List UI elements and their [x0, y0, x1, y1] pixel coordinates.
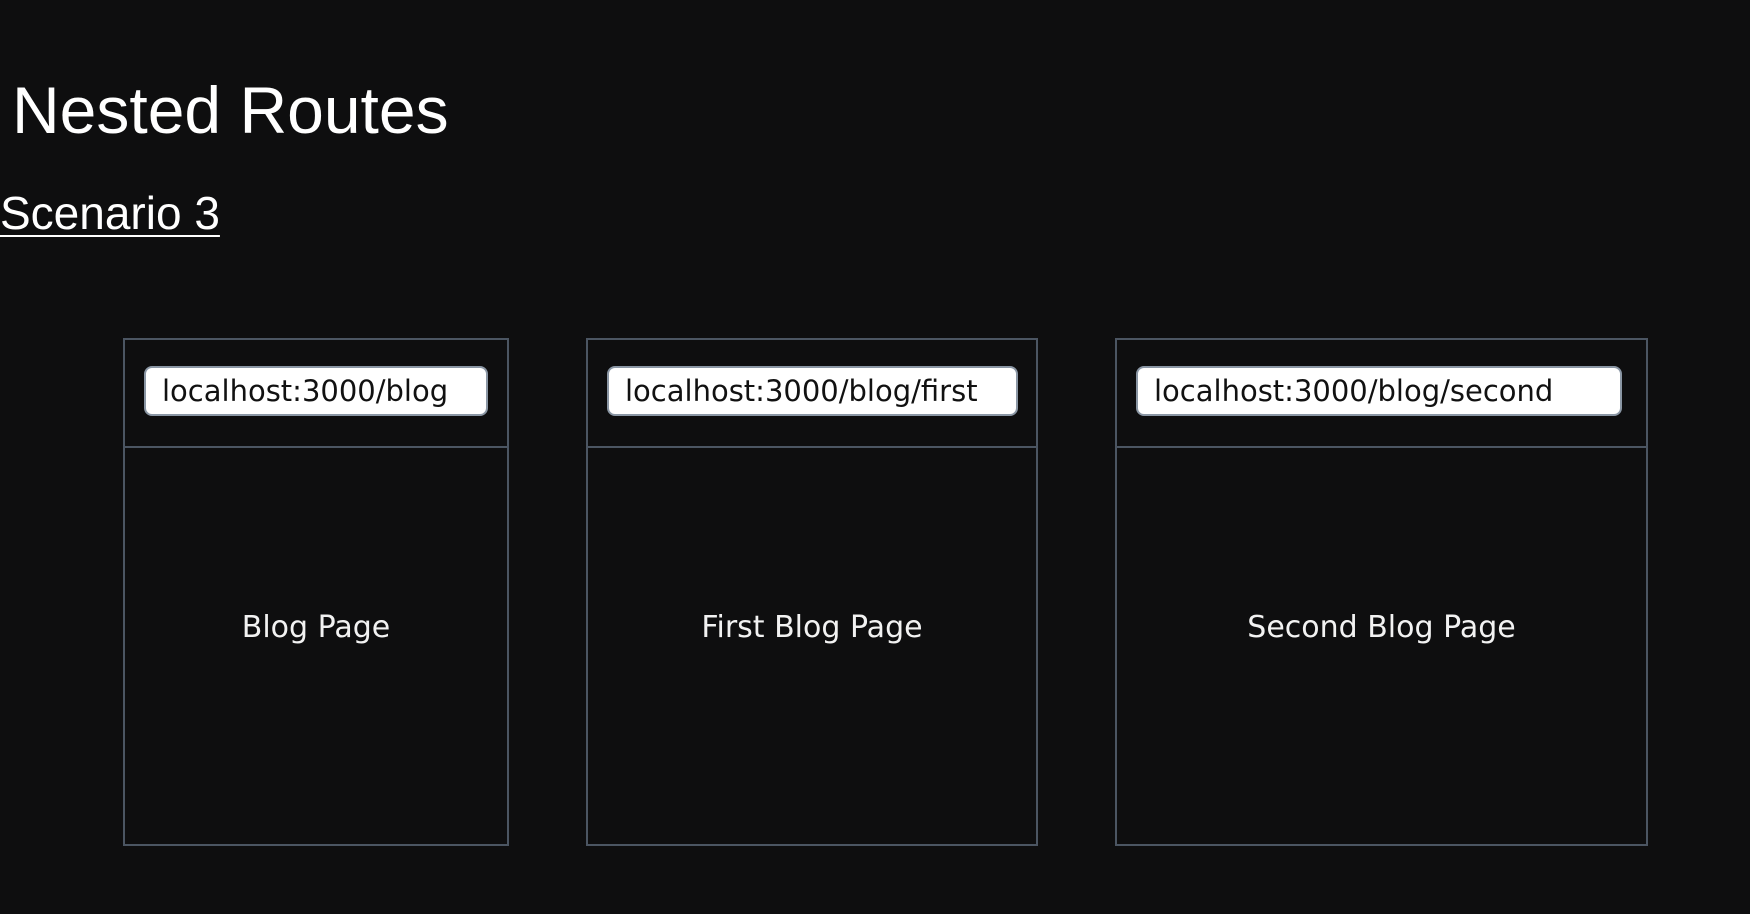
- page-content-label: Blog Page: [241, 610, 391, 645]
- page-content-label: Second Blog Page: [1247, 610, 1516, 645]
- address-bar[interactable]: localhost:3000/blog/second: [1136, 366, 1622, 416]
- browser-frame-first: localhost:3000/blog/first First Blog Pag…: [586, 338, 1038, 846]
- address-bar[interactable]: localhost:3000/blog: [144, 366, 488, 416]
- slide-title: Nested Routes: [12, 73, 449, 147]
- browser-frame-second: localhost:3000/blog/second Second Blog P…: [1115, 338, 1648, 846]
- scenario-heading: Scenario 3: [0, 187, 220, 239]
- browser-header: localhost:3000/blog: [125, 340, 507, 448]
- address-bar[interactable]: localhost:3000/blog/first: [607, 366, 1018, 416]
- browser-header: localhost:3000/blog/second: [1117, 340, 1646, 448]
- browser-header: localhost:3000/blog/first: [588, 340, 1036, 448]
- page-content-label: First Blog Page: [701, 610, 923, 645]
- browser-frame-blog: localhost:3000/blog Blog Page: [123, 338, 509, 846]
